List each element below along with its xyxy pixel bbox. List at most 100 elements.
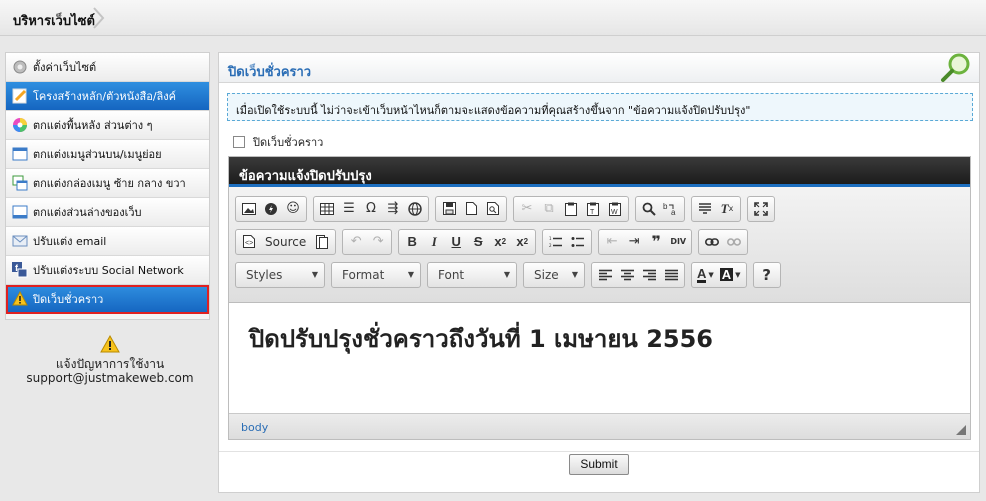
maximize-icon[interactable] bbox=[750, 198, 772, 220]
copy-icon[interactable]: ⧉ bbox=[538, 198, 560, 220]
support-email[interactable]: support@justmakeweb.com bbox=[5, 371, 215, 385]
rich-text-editor: ข้อความแจ้งปิดปรับปรุง ☺ ☰ Ω ⇶ ✂ ⧉ T W b… bbox=[228, 156, 971, 440]
toolbar-group: ✂ ⧉ T W bbox=[513, 195, 629, 222]
find-icon[interactable] bbox=[638, 198, 660, 220]
sidebar-item-site-settings[interactable]: ตั้งค่าเว็บไซต์ bbox=[6, 53, 209, 82]
align-left-icon[interactable] bbox=[594, 264, 616, 286]
help-icon[interactable]: ? bbox=[756, 264, 778, 286]
unlink-icon[interactable] bbox=[723, 231, 745, 253]
chevron-down-icon: ▼ bbox=[407, 270, 414, 279]
top-bar: บริหารเว็บไซต์ bbox=[0, 0, 986, 36]
font-label: Font bbox=[438, 267, 465, 282]
toolbar-group bbox=[698, 228, 749, 255]
font-dropdown[interactable]: Font ▼ bbox=[427, 261, 517, 288]
justify-icon[interactable] bbox=[660, 264, 682, 286]
help-label: แจ้งปัญหาการใช้งาน bbox=[55, 357, 165, 371]
preview-icon[interactable] bbox=[482, 198, 504, 220]
editor-content[interactable]: ปิดปรับปรุงชั่วคราวถึงวันที่ 1 เมษายน 25… bbox=[229, 303, 970, 413]
horizontal-line-icon[interactable]: ☰ bbox=[338, 198, 360, 220]
toolbar-group: A ▼ A ▼ bbox=[691, 261, 747, 288]
submit-button[interactable]: Submit bbox=[569, 454, 629, 475]
subscript-icon[interactable]: x2 bbox=[489, 231, 511, 253]
svg-text:<>: <> bbox=[245, 240, 253, 247]
format-dropdown[interactable]: Format ▼ bbox=[331, 261, 421, 288]
maintenance-checkbox[interactable] bbox=[233, 136, 245, 148]
background-color-icon[interactable]: A ▼ bbox=[717, 264, 744, 286]
page-break-icon[interactable]: ⇶ bbox=[382, 198, 404, 220]
div-container-icon[interactable]: DIV bbox=[667, 231, 689, 253]
superscript-icon[interactable]: x2 bbox=[511, 231, 533, 253]
redo-icon[interactable]: ↷ bbox=[367, 231, 389, 253]
toolbar-group: ↶ ↷ bbox=[342, 228, 393, 255]
info-notice: เมื่อเปิดใช้ระบบนี้ ไม่ว่าจะเข้าเว็บหน้า… bbox=[227, 93, 973, 121]
numbered-list-icon[interactable]: 12 bbox=[545, 231, 567, 253]
sidebar-item-top-menu[interactable]: ตกแต่งเมนูส่วนบน/เมนูย่อย bbox=[6, 140, 209, 169]
text-color-icon[interactable]: A ▼ bbox=[694, 264, 717, 286]
save-icon[interactable] bbox=[438, 198, 460, 220]
editor-title: ข้อความแจ้งปิดปรับปรุง bbox=[229, 157, 970, 187]
replace-icon[interactable]: ba bbox=[660, 198, 682, 220]
sidebar-item-label: ตกแต่งพื้นหลัง ส่วนต่าง ๆ bbox=[33, 119, 153, 132]
toolbar-group: B I U S x2 x2 bbox=[398, 228, 537, 255]
resize-handle-icon[interactable] bbox=[956, 425, 966, 435]
new-page-icon[interactable] bbox=[460, 198, 482, 220]
paste-word-icon[interactable]: W bbox=[604, 198, 626, 220]
breadcrumb[interactable]: บริหารเว็บไซต์ bbox=[13, 10, 95, 31]
sidebar-item-background[interactable]: ตกแต่งพื้นหลัง ส่วนต่าง ๆ bbox=[6, 111, 209, 140]
sidebar-item-label: ตั้งค่าเว็บไซต์ bbox=[33, 61, 97, 74]
toolbar-group bbox=[435, 195, 507, 222]
image-icon[interactable] bbox=[238, 198, 260, 220]
iframe-icon[interactable] bbox=[404, 198, 426, 220]
sidebar-item-label: โครงสร้างหลัก/ตัวหนังสือ/ลิงค์ bbox=[33, 90, 177, 103]
sidebar-item-maintenance[interactable]: ปิดเว็บชั่วคราว bbox=[6, 285, 209, 314]
styles-label: Styles bbox=[246, 267, 283, 282]
help-box: แจ้งปัญหาการใช้งาน support@justmakeweb.c… bbox=[5, 335, 215, 385]
align-center-icon[interactable] bbox=[616, 264, 638, 286]
strikethrough-icon[interactable]: S bbox=[467, 231, 489, 253]
link-icon[interactable] bbox=[701, 231, 723, 253]
main-panel: ปิดเว็บชั่วคราว เมื่อเปิดใช้ระบบนี้ ไม่ว… bbox=[218, 52, 980, 493]
sidebar: ตั้งค่าเว็บไซต์ โครงสร้างหลัก/ตัวหนังสือ… bbox=[5, 52, 210, 320]
sidebar-item-email[interactable]: ปรับแต่ง email bbox=[6, 227, 209, 256]
toolbar-group bbox=[591, 261, 685, 288]
outdent-icon[interactable]: ⇤ bbox=[601, 231, 623, 253]
special-char-icon[interactable]: Ω bbox=[360, 198, 382, 220]
table-icon[interactable] bbox=[316, 198, 338, 220]
indent-icon[interactable]: ⇥ bbox=[623, 231, 645, 253]
source-button[interactable]: Source bbox=[260, 231, 311, 253]
flash-icon[interactable] bbox=[260, 198, 282, 220]
sidebar-item-footer[interactable]: ตกแต่งส่วนล่างของเว็บ bbox=[6, 198, 209, 227]
select-all-icon[interactable] bbox=[694, 198, 716, 220]
editor-statusbar: body bbox=[229, 413, 970, 439]
chevron-down-icon: ▼ bbox=[571, 270, 578, 279]
checkbox-label: ปิดเว็บชั่วคราว bbox=[253, 136, 324, 149]
source-icon[interactable]: <> bbox=[238, 231, 260, 253]
blockquote-icon[interactable]: ❞ bbox=[645, 231, 667, 253]
undo-icon[interactable]: ↶ bbox=[345, 231, 367, 253]
sidebar-item-social[interactable]: f ปรับแต่งระบบ Social Network bbox=[6, 256, 209, 285]
svg-text:T: T bbox=[590, 209, 595, 216]
panel-header: ปิดเว็บชั่วคราว bbox=[219, 53, 979, 83]
sidebar-item-label: ปรับแต่ง email bbox=[33, 235, 107, 248]
toolbar-group: ? bbox=[752, 261, 781, 288]
styles-dropdown[interactable]: Styles ▼ bbox=[235, 261, 325, 288]
maintenance-checkbox-row: ปิดเว็บชั่วคราว bbox=[233, 133, 323, 151]
templates-icon[interactable] bbox=[311, 231, 333, 253]
remove-format-icon[interactable]: Tx bbox=[716, 198, 738, 220]
gear-icon bbox=[12, 59, 28, 75]
sidebar-item-structure[interactable]: โครงสร้างหลัก/ตัวหนังสือ/ลิงค์ bbox=[6, 82, 209, 111]
cut-icon[interactable]: ✂ bbox=[516, 198, 538, 220]
align-right-icon[interactable] bbox=[638, 264, 660, 286]
element-path[interactable]: body bbox=[241, 421, 268, 434]
bulleted-list-icon[interactable] bbox=[567, 231, 589, 253]
italic-icon[interactable]: I bbox=[423, 231, 445, 253]
paste-icon[interactable] bbox=[560, 198, 582, 220]
bold-icon[interactable]: B bbox=[401, 231, 423, 253]
toolbar-group bbox=[747, 195, 775, 222]
underline-icon[interactable]: U bbox=[445, 231, 467, 253]
size-dropdown[interactable]: Size ▼ bbox=[523, 261, 585, 288]
smiley-icon[interactable]: ☺ bbox=[282, 198, 304, 220]
sidebar-item-menu-boxes[interactable]: ตกแต่งกล่องเมนู ซ้าย กลาง ขวา bbox=[6, 169, 209, 198]
paste-text-icon[interactable]: T bbox=[582, 198, 604, 220]
toolbar-group: 12 bbox=[542, 228, 593, 255]
